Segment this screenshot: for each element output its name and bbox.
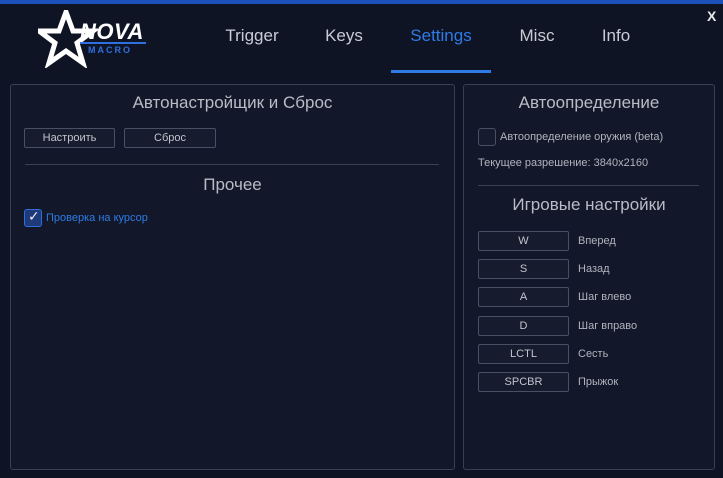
keybind-back-button[interactable]: S — [478, 259, 569, 279]
weapon-autodetect-label: Автоопределение оружия (beta) — [500, 131, 664, 143]
keybind-left-button[interactable]: A — [478, 287, 569, 307]
tab-trigger[interactable]: Trigger — [212, 4, 292, 68]
autodetect-title: Автоопределение — [518, 93, 660, 112]
keybind-jump-label: Прыжок — [578, 376, 619, 388]
keybind-left-label: Шаг влево — [578, 291, 632, 303]
keybind-crouch-label: Сесть — [578, 348, 609, 360]
cursor-check-checkbox[interactable]: ✓ — [24, 208, 42, 227]
reset-button[interactable]: Сброс — [124, 128, 216, 148]
autodetect-panel: Автоопределение Автоопределение оружия (… — [463, 84, 715, 470]
other-title: Прочее — [203, 175, 262, 194]
keybind-forward-button[interactable]: W — [478, 231, 569, 251]
active-tab-indicator — [391, 70, 491, 73]
tab-settings[interactable]: Settings — [391, 4, 491, 68]
cursor-check-label: Проверка на курсор — [46, 212, 148, 224]
keybind-jump-button[interactable]: SPCBR — [478, 372, 569, 392]
tab-keys[interactable]: Keys — [314, 4, 374, 68]
game-settings-title: Игровые настройки — [512, 195, 666, 214]
keybind-right-label: Шаг вправо — [578, 320, 638, 332]
logo-underline — [80, 42, 146, 44]
keybind-back-label: Назад — [578, 263, 610, 275]
section-divider — [25, 164, 439, 165]
resolution-text: Текущее разрешение: 3840x2160 — [478, 157, 649, 169]
section-divider — [478, 185, 699, 186]
keybind-right-button[interactable]: D — [478, 316, 569, 336]
checkmark-icon: ✓ — [28, 208, 40, 224]
tab-info[interactable]: Info — [590, 4, 642, 68]
configure-button[interactable]: Настроить — [24, 128, 115, 148]
close-button[interactable]: X — [707, 8, 716, 24]
autoconfig-panel: Автонастройщик и Сброс Настроить Сброс П… — [10, 84, 455, 470]
tab-misc[interactable]: Misc — [506, 4, 568, 68]
autoconfig-title: Автонастройщик и Сброс — [132, 93, 333, 112]
logo-subtitle: MACRO — [88, 45, 132, 55]
weapon-autodetect-checkbox[interactable] — [478, 128, 496, 146]
keybind-forward-label: Вперед — [578, 235, 616, 247]
keybind-crouch-button[interactable]: LCTL — [478, 344, 569, 364]
